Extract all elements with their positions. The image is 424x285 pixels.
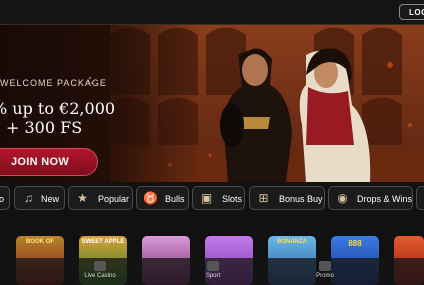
category-drops-wins[interactable]: ◉ Drops & Wins <box>328 186 413 210</box>
login-button[interactable]: LOG <box>399 4 424 20</box>
category-popular[interactable]: ★ Popular <box>68 186 133 210</box>
nav-live-casino[interactable]: Live Casino <box>80 261 120 279</box>
game-title: 888 <box>348 239 362 248</box>
nav-label: Sport <box>205 273 221 279</box>
nav-promo[interactable]: Promo <box>305 261 345 279</box>
sport-icon <box>207 261 219 271</box>
category-label: Popular <box>98 194 130 204</box>
category-label: Bulls <box>165 194 185 204</box>
bottom-nav: Live Casino Sport Promo <box>0 258 424 285</box>
category-bulls[interactable]: ♉ Bulls <box>136 186 189 210</box>
nav-label: Promo <box>316 273 334 279</box>
game-title <box>142 236 190 248</box>
coins-icon: ◉ <box>337 191 348 205</box>
category-label: Drops & Wins <box>357 194 413 204</box>
category-label: Slots <box>222 194 243 204</box>
category-label: Bonus Buy <box>279 194 323 204</box>
category-label: New <box>41 194 60 204</box>
nav-label: Live Casino <box>84 273 116 279</box>
top-bar: LOG <box>0 0 424 25</box>
game-title: BOOK OF <box>26 239 54 245</box>
category-lobby[interactable]: o <box>0 186 10 210</box>
gift-icon: ⊞ <box>258 191 269 205</box>
category-new[interactable]: ♫ New <box>14 186 65 210</box>
headline-line-2: + 300 FS <box>6 118 83 137</box>
game-title: BONANZA <box>277 239 307 245</box>
ornament-icon: ஃ <box>86 76 94 87</box>
category-label: o <box>0 194 5 204</box>
welcome-banner[interactable]: WELCOME PACKAGE ஃ % up to €2,000 + 300 F… <box>0 25 424 182</box>
game-title <box>205 236 253 248</box>
nav-sport[interactable]: Sport <box>193 261 233 279</box>
category-bonus-buy[interactable]: ⊞ Bonus Buy <box>249 186 325 210</box>
bull-icon: ♉ <box>143 191 158 205</box>
category-slots[interactable]: ▣ Slots <box>192 186 245 210</box>
live-casino-icon <box>94 261 106 271</box>
game-title <box>394 236 424 248</box>
slot-machine-icon: ▣ <box>200 191 213 205</box>
star-icon: ★ <box>77 191 88 205</box>
promo-icon <box>319 261 331 271</box>
join-now-button[interactable]: JOIN NOW <box>0 148 98 176</box>
category-bar: o ♫ New ★ Popular ♉ Bulls ▣ Slots ⊞ Bonu… <box>0 186 424 214</box>
bell-icon: ♫ <box>24 191 33 205</box>
game-title: SWEET APPLE <box>81 239 125 245</box>
headline-line-1: % up to €2,000 <box>0 99 116 118</box>
category-more[interactable] <box>416 186 424 210</box>
banner-headline: % up to €2,000 + 300 FS <box>0 99 115 137</box>
